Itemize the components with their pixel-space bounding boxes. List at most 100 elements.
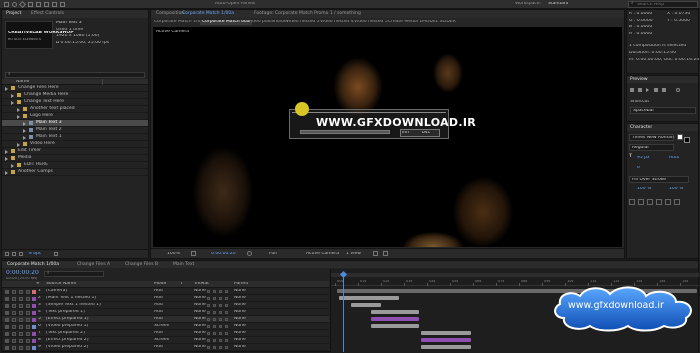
layer-name[interactable]: [Effect prepared 1]: [46, 317, 89, 322]
table-row[interactable]: 5 [Effect prepared 1] Add None None: [2, 316, 329, 323]
font-size-value[interactable]: 95 px: [637, 156, 650, 161]
track-matte-select[interactable]: None: [194, 345, 206, 350]
list-item[interactable]: Another Comps: [2, 169, 148, 176]
layer-duration-bar[interactable]: [371, 317, 419, 321]
project-search-input[interactable]: ⌕: [5, 72, 145, 78]
font-style-select[interactable]: Regular: [629, 144, 674, 151]
breadcrumb-item[interactable]: Video placeholder: [248, 20, 288, 25]
tab-character[interactable]: Character: [627, 125, 655, 131]
grid-icon[interactable]: [191, 251, 196, 256]
stamp-tool-icon[interactable]: [60, 2, 65, 7]
parent-select[interactable]: None: [234, 296, 246, 301]
tab-effect-controls[interactable]: Effect Controls: [28, 11, 67, 17]
layer-duration-bar[interactable]: [421, 338, 471, 342]
layer-mode-select[interactable]: Add: [154, 331, 163, 336]
tracking-value[interactable]: 0: [637, 166, 640, 171]
column-name[interactable]: Name: [16, 80, 29, 85]
parent-select[interactable]: None: [234, 324, 246, 329]
layer-duration-bar[interactable]: [339, 296, 399, 300]
workspace-select[interactable]: Standard: [548, 2, 568, 7]
layer-mode-select[interactable]: Add: [154, 317, 163, 322]
next-frame-icon[interactable]: [654, 88, 658, 92]
list-item[interactable]: Media: [2, 155, 148, 162]
list-item[interactable]: Main Text 3: [2, 120, 148, 127]
search-help-field[interactable]: Search Help ⌕: [628, 1, 698, 8]
selection-tool-icon[interactable]: [4, 2, 9, 7]
layer-mode-select[interactable]: Add: [154, 310, 163, 315]
list-item[interactable]: EDIT HERE: [2, 162, 148, 169]
parent-select[interactable]: None: [234, 289, 246, 294]
fill-color-swatch[interactable]: [677, 134, 683, 140]
timeline-search-input[interactable]: ⌕: [44, 271, 104, 277]
layer-duration-bar[interactable]: [351, 303, 381, 307]
stroke-mode-select[interactable]: Fill Over Stroke: [629, 176, 689, 183]
list-item[interactable]: Another text placed: [2, 106, 148, 113]
timeline-timecode[interactable]: 0:00:00:20: [6, 270, 39, 276]
list-item[interactable]: Logo Here: [2, 113, 148, 120]
breadcrumb-item[interactable]: Video nested 4: [320, 20, 354, 25]
column-header[interactable]: TrkMat: [194, 282, 209, 287]
small-caps-icon[interactable]: [656, 199, 662, 205]
parent-select[interactable]: None: [234, 310, 246, 315]
breadcrumb-item[interactable]: Video nested 5: [354, 20, 388, 25]
camera-select[interactable]: Active Camera: [306, 252, 339, 257]
tab-timeline[interactable]: Main Text: [170, 262, 197, 268]
tab-timeline[interactable]: Corporate Match 1/00a: [4, 262, 62, 268]
tab-composition[interactable]: Corporate Match 1/00a: [179, 11, 237, 17]
layer-name[interactable]: [Video prepared 2]: [46, 345, 88, 350]
track-matte-select[interactable]: None: [194, 310, 206, 315]
zoom-select[interactable]: 100%: [167, 252, 180, 257]
faux-italic-icon[interactable]: [638, 199, 644, 205]
table-row[interactable]: 8 [Effect prepared 2] Screen None None: [2, 337, 329, 344]
playhead[interactable]: [343, 273, 344, 352]
brush-tool-icon[interactable]: [52, 2, 57, 7]
superscript-icon[interactable]: [665, 199, 671, 205]
layer-mode-select[interactable]: Screen: [154, 324, 169, 329]
track-matte-select[interactable]: None: [194, 296, 206, 301]
track-matte-select[interactable]: None: [194, 289, 206, 294]
layer-mode-select[interactable]: Add: [154, 345, 163, 350]
table-row[interactable]: 7 [Text prepared 2] Add None None: [2, 330, 329, 337]
layer-duration-bar[interactable]: [421, 331, 471, 335]
layer-name[interactable]: [Text prepared 1]: [46, 310, 85, 315]
fast-previews-icon[interactable]: [373, 251, 378, 256]
parent-select[interactable]: None: [234, 338, 246, 343]
trash-icon[interactable]: [54, 252, 58, 256]
all-caps-icon[interactable]: [647, 199, 653, 205]
resolution-select[interactable]: Full: [269, 252, 277, 257]
list-item[interactable]: Edit Timer: [2, 148, 148, 155]
bit-depth-button[interactable]: 8 bpc: [29, 252, 41, 257]
toggle-transparency-icon[interactable]: [383, 251, 388, 256]
camera-tool-icon[interactable]: [28, 2, 33, 7]
table-row[interactable]: 1 [Camera] Add None None: [2, 288, 329, 295]
play-icon[interactable]: [646, 88, 649, 95]
list-item[interactable]: Main Text 2: [2, 127, 148, 134]
layer-duration-bar[interactable]: [421, 345, 471, 349]
parent-select[interactable]: None: [234, 317, 246, 322]
faux-bold-icon[interactable]: [629, 199, 635, 205]
viewer[interactable]: Active Camera lhfr b4c WWW.GFXDOWNLOAD.I…: [153, 27, 622, 247]
subscript-icon[interactable]: [674, 199, 680, 205]
table-row[interactable]: 2 [Main Text 1 nested 1] Add None None: [2, 295, 329, 302]
snapshot-icon[interactable]: [247, 251, 252, 256]
viewer-timecode[interactable]: 0:00:00:20: [211, 252, 236, 257]
layer-mode-select[interactable]: Add: [154, 296, 163, 301]
parent-select[interactable]: None: [234, 345, 246, 350]
list-item[interactable]: Video Here: [2, 141, 148, 148]
breadcrumb-item[interactable]: Create Media 1: [388, 20, 422, 25]
column-header[interactable]: T: [180, 282, 183, 287]
layer-name[interactable]: [Video prepared 1]: [46, 324, 88, 329]
parent-select[interactable]: None: [234, 303, 246, 308]
table-row[interactable]: 6 [Video prepared 1] Screen None None: [2, 323, 329, 330]
text-tool-icon[interactable]: [44, 2, 49, 7]
new-folder-icon[interactable]: [12, 252, 16, 256]
table-row[interactable]: 4 [Text prepared 1] Add None None: [2, 309, 329, 316]
list-item[interactable]: Change Media Here: [2, 92, 148, 99]
leading-value[interactable]: Auto: [669, 156, 679, 161]
table-row[interactable]: 3 [Simple Text 1 nested 1] Add None None: [2, 302, 329, 309]
pen-tool-icon[interactable]: [36, 2, 41, 7]
prev-frame-icon[interactable]: [638, 88, 642, 92]
track-matte-select[interactable]: None: [194, 331, 206, 336]
layer-duration-bar[interactable]: [371, 310, 419, 314]
list-item[interactable]: Main Text 1: [2, 134, 148, 141]
